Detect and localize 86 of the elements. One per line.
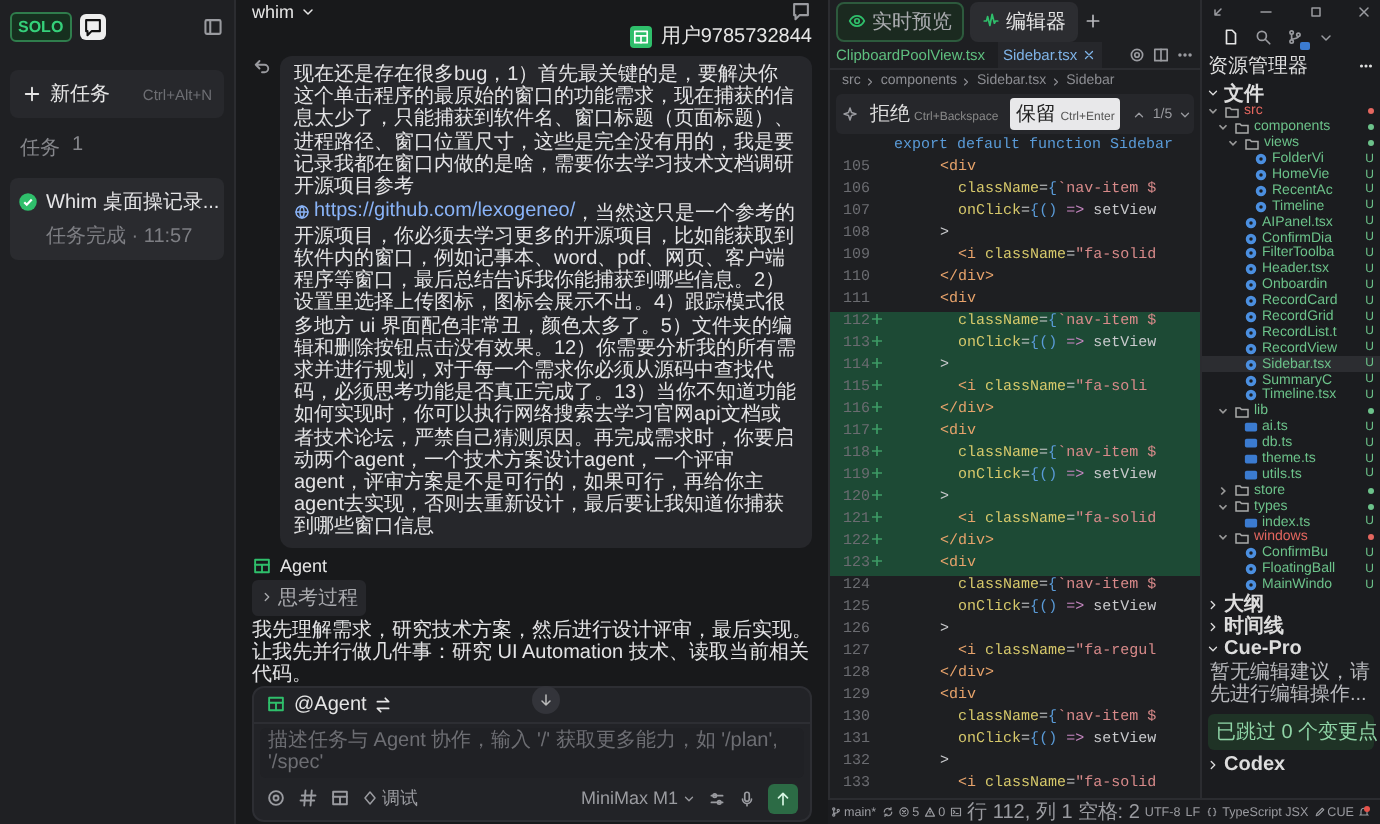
agent-name: Agent (280, 555, 328, 576)
message-link[interactable]: https://github.com/lexogeneo/ (294, 200, 576, 223)
chevron-right-icon (1216, 483, 1230, 498)
search-icon[interactable] (1254, 28, 1272, 46)
arrow-down-icon (538, 691, 554, 708)
thinking-toggle[interactable]: 思考过程 (252, 579, 366, 616)
hash-icon[interactable] (298, 788, 318, 809)
terminal-icon[interactable] (950, 806, 963, 818)
app-icon (81, 16, 104, 38)
maximize-icon[interactable] (1307, 4, 1324, 20)
switch-icon[interactable] (374, 695, 393, 714)
globe-icon (294, 203, 310, 220)
task-item[interactable]: Whim 桌面操记录... 任务完成 · 11:57 (10, 178, 224, 260)
model-dropdown[interactable]: MiniMax M1 (580, 788, 696, 809)
logo: SOLO (10, 12, 72, 42)
chevron-right-icon (960, 75, 973, 87)
task-count: 1 (72, 134, 84, 160)
warning-icon (924, 806, 937, 818)
agent-mention: @Agent (294, 693, 367, 716)
arrow-up-icon (774, 789, 792, 808)
undo-icon[interactable] (252, 56, 272, 76)
chevron-down-icon (1216, 530, 1230, 545)
section-header[interactable]: Cue-Pro (1202, 637, 1380, 660)
chevron-right-icon (1050, 75, 1063, 87)
sync-icon[interactable] (881, 806, 894, 818)
diamond-icon (362, 790, 378, 807)
agent-icon (252, 555, 272, 576)
tab-icon (982, 12, 1000, 30)
source-control-icon[interactable] (1286, 28, 1304, 46)
previous-change-icon[interactable] (1132, 107, 1147, 121)
file-icon (1244, 515, 1258, 530)
panel-title: 资源管理器 (1208, 54, 1308, 80)
message-text: https://github.com/lexogeneo/，当然这只是一个参考的开源项目，你必须去学习更多的开源项目，比如能获取到软件内的窗口，例如记事本、word、pdf、网页、客户端程序等窗口，最后总结告诉我你能捕获到哪些信息。2）设置里选择上传图标，图标会展示不出。4）跟踪模式很多地方 ui 界面配色非常丑，颜色太多了。5）文件夹的编辑和删除按钮点击没有效果。12）你需要分析我的所有需求并进行规划，对于每一个需求你必须从源码中查找代码，必须思考功能是否真正完成了。13）当你不知道功能如何实现时，你可以执行网络搜索去学习官网api文档或者技术论坛，严禁自己猜测原因。再完成需求时，你要启动两个agent，一个技术方案设计agent，一个评审agent，评审方案是不是可行的，如果可行，再给你主agent去实现，否则去重新设计，最后要让我知道你捕获到哪些窗口信息 (294, 200, 798, 540)
split-editor-icon[interactable] (1152, 46, 1170, 64)
add-tab-icon[interactable] (1084, 12, 1102, 30)
more-icon[interactable] (1358, 58, 1374, 74)
tune-icon[interactable] (708, 789, 726, 808)
send-button[interactable] (768, 783, 798, 814)
sparkle-icon (842, 106, 858, 122)
branch-icon (830, 806, 842, 818)
indentation[interactable]: 空格: 2 (1077, 798, 1140, 824)
cursor-position[interactable]: 行 112, 列 1 (967, 798, 1073, 824)
layout-icon[interactable] (330, 788, 350, 809)
composer[interactable]: @Agent 描述任务与 Agent 协作，输入 '/' 获取更多能力，如 '/plan', '/spec' 调试 MiniMax M1 (252, 685, 812, 822)
editor-tab[interactable]: 实时预览 (836, 1, 964, 41)
files-icon[interactable] (1222, 28, 1240, 46)
chevron-down-icon (682, 791, 696, 806)
mode-button[interactable]: 调试 (362, 785, 418, 812)
section-header[interactable]: 时间线 (1202, 615, 1380, 638)
tab-icon (848, 12, 866, 30)
target-icon[interactable] (266, 788, 286, 809)
chevron-right-icon (260, 590, 274, 605)
chevron-down-icon (1216, 404, 1230, 419)
chevron-icon (1206, 86, 1220, 100)
message-text: 现在还是存在很多bug，1）首先最关键的是，要解决你这个单击程序的最原始的窗口的功能需求，现在捕获的信息太少了，只能捕获到软件名、窗口标题（页面标题）、进程路径、窗口位置尺寸，这些是完全没有用的，我是要记录我都在窗口内做的是啥，需要你去学习技术文档调研开源项目参考 (294, 64, 796, 199)
project-dropdown[interactable]: whim (252, 1, 317, 21)
user-avatar-icon (632, 27, 651, 45)
next-change-icon[interactable] (1178, 107, 1193, 121)
chat-bubble-icon[interactable] (790, 0, 812, 22)
section-label: 任务 (20, 136, 60, 162)
plus-icon (22, 84, 42, 104)
microphone-icon[interactable] (738, 789, 756, 808)
suggestion-text: 暂无编辑建议，请先进行编辑操作... (1208, 659, 1372, 710)
settings-icon[interactable] (1128, 46, 1146, 64)
skipped-changes-button[interactable]: 已跳过 0 个变更点 (1208, 713, 1374, 750)
chevron-icon (1206, 757, 1220, 772)
editor-tab[interactable]: 编辑器 (970, 1, 1078, 41)
collapse-panel-icon[interactable] (202, 16, 224, 38)
section-header[interactable]: Codex (1202, 753, 1380, 776)
section-header[interactable]: 大纲 (1202, 593, 1380, 616)
bell-icon[interactable] (1358, 806, 1371, 818)
agent-reply: 我先理解需求，研究技术方案，然后进行设计评审，最后实现。让我先并行做几件事：研究 UI Automation 技术、读取当前相关代码。 (252, 619, 812, 686)
chevron-down-icon (1216, 499, 1230, 514)
braces-icon[interactable] (1205, 806, 1218, 818)
chevron-down-icon (300, 3, 317, 19)
pencil-icon (1313, 806, 1326, 818)
section-header[interactable]: 文件 (1202, 82, 1380, 104)
close-icon[interactable] (1355, 4, 1372, 20)
user-name: 用户9785732844 (660, 23, 812, 50)
close-icon (1081, 48, 1096, 62)
chevron-right-icon (864, 75, 877, 87)
folder-icon (1234, 403, 1250, 420)
resize-icon[interactable] (1210, 4, 1226, 20)
agent-icon (266, 694, 286, 715)
error-icon (898, 806, 911, 818)
chevron-down-icon[interactable] (1318, 29, 1334, 45)
